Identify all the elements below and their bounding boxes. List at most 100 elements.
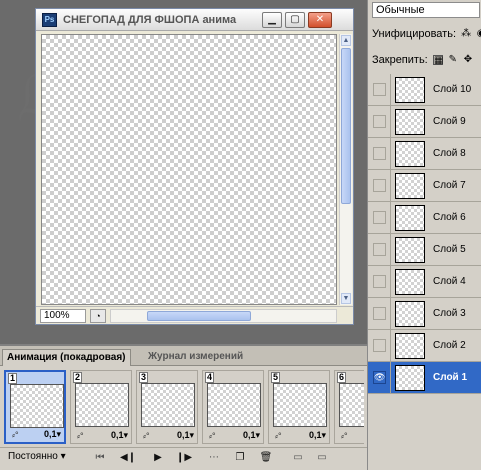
layer-name[interactable]: Слой 3 [433, 308, 466, 319]
blend-mode-select[interactable]: Обычные [372, 2, 480, 18]
layer-name[interactable]: Слой 9 [433, 116, 466, 127]
layer-thumbnail[interactable] [395, 205, 425, 231]
animation-frame[interactable]: 4 ⸗° 0,1▾ [202, 370, 264, 444]
frame-delay[interactable]: 0,1▾ [177, 430, 194, 441]
layer-visibility-icon[interactable] [373, 243, 386, 256]
frame-disposal-icon[interactable]: ⸗° [209, 431, 216, 441]
frame-disposal-icon[interactable]: ⸗° [341, 431, 348, 441]
layer-row[interactable]: Слой 7 [368, 170, 481, 202]
animation-frame[interactable]: 2 ⸗° 0,1▾ [70, 370, 132, 444]
layer-separator [390, 330, 391, 361]
unify-visibility-icon[interactable]: ◉ [476, 29, 481, 39]
layer-visibility-icon[interactable] [373, 307, 386, 320]
frame-disposal-icon[interactable]: ⸗° [143, 431, 150, 441]
layer-row[interactable]: Слой 3 [368, 298, 481, 330]
layer-visibility-icon[interactable]: 👁 [373, 371, 386, 384]
frame-thumbnail[interactable] [273, 383, 327, 427]
frame-thumbnail[interactable] [10, 384, 64, 428]
animation-frame[interactable]: 5 ⸗° 0,1▾ [268, 370, 330, 444]
layer-thumbnail[interactable] [395, 237, 425, 263]
tab-measurement-log[interactable]: Журнал измерений [144, 349, 247, 366]
layer-row[interactable]: Слой 5 [368, 234, 481, 266]
lock-label: Закрепить: [372, 54, 428, 66]
scroll-down-icon[interactable]: ▼ [341, 293, 351, 304]
layer-thumbnail[interactable] [395, 333, 425, 359]
layer-separator [390, 234, 391, 265]
layer-thumbnail[interactable] [395, 173, 425, 199]
document-title: СНЕГОПАД ДЛЯ ФШОПА анима [63, 14, 237, 26]
frame-disposal-icon[interactable]: ⸗° [12, 430, 19, 440]
layer-thumbnail[interactable] [395, 77, 425, 103]
layer-visibility-icon[interactable] [373, 83, 386, 96]
frame-delay[interactable]: 0,1▾ [243, 430, 260, 441]
frame-disposal-icon[interactable]: ⸗° [77, 431, 84, 441]
vertical-scroll-thumb[interactable] [341, 48, 351, 204]
unify-position-icon[interactable]: ⁂ [461, 29, 471, 39]
frame-delay[interactable]: 0,1▾ [309, 430, 326, 441]
first-frame-icon[interactable]: ⏮ [92, 452, 108, 463]
lock-move-icon[interactable]: ✥ [463, 55, 473, 65]
layer-name[interactable]: Слой 10 [433, 84, 471, 95]
layer-thumbnail[interactable] [395, 365, 425, 391]
animation-frame[interactable]: 6 ⸗° [334, 370, 364, 444]
layer-name[interactable]: Слой 7 [433, 180, 466, 191]
lock-brush-icon[interactable]: ✎ [448, 55, 458, 65]
scroll-up-icon[interactable]: ▲ [341, 35, 351, 46]
layer-row[interactable]: Слой 4 [368, 266, 481, 298]
animation-frame[interactable]: 3 ⸗° 0,1▾ [136, 370, 198, 444]
layer-row[interactable]: 👁 Слой 1 [368, 362, 481, 394]
document-canvas[interactable] [41, 34, 337, 305]
layer-name[interactable]: Слой 8 [433, 148, 466, 159]
minimize-button[interactable]: ▁ [262, 12, 282, 28]
previous-frame-icon[interactable]: ◀❙ [120, 452, 136, 463]
duplicate-frame-icon[interactable]: ❐ [232, 452, 248, 463]
layer-thumbnail[interactable] [395, 269, 425, 295]
frame-delay[interactable]: 0,1▾ [44, 429, 61, 440]
panel-scroll-icon[interactable]: ▭ [314, 452, 330, 463]
lock-transparency-icon[interactable]: ▦ [432, 55, 443, 66]
layer-row[interactable]: Слой 2 [368, 330, 481, 362]
frame-thumbnail[interactable] [339, 383, 364, 427]
vertical-scrollbar[interactable]: ▲ ▼ [339, 34, 352, 305]
layer-row[interactable]: Слой 6 [368, 202, 481, 234]
status-menu-icon[interactable]: ◔ [90, 309, 106, 323]
animation-frame[interactable]: 1 ⸗° 0,1▾ [4, 370, 66, 444]
layer-row[interactable]: Слой 8 [368, 138, 481, 170]
layer-visibility-icon[interactable] [373, 115, 386, 128]
frame-thumbnail[interactable] [141, 383, 195, 427]
zoom-field[interactable]: 100% [40, 309, 86, 323]
horizontal-scroll-thumb[interactable] [147, 311, 251, 321]
frame-delay[interactable]: 0,1▾ [111, 430, 128, 441]
layer-row[interactable]: Слой 9 [368, 106, 481, 138]
layer-row[interactable]: Слой 10 [368, 74, 481, 106]
frame-thumbnail[interactable] [75, 383, 129, 427]
unify-label: Унифицировать: [372, 28, 457, 40]
loop-select[interactable]: Постоянно ▾ [8, 451, 66, 462]
layer-name[interactable]: Слой 5 [433, 244, 466, 255]
play-icon[interactable]: ▶ [150, 452, 166, 463]
layer-name[interactable]: Слой 1 [433, 372, 467, 383]
delete-frame-icon[interactable]: 🗑 [258, 452, 274, 463]
layer-thumbnail[interactable] [395, 109, 425, 135]
layer-thumbnail[interactable] [395, 301, 425, 327]
layer-thumbnail[interactable] [395, 141, 425, 167]
layer-visibility-icon[interactable] [373, 275, 386, 288]
frame-thumbnail[interactable] [207, 383, 261, 427]
tab-animation[interactable]: Анимация (покадровая) [2, 349, 131, 366]
horizontal-scrollbar[interactable] [110, 309, 337, 323]
maximize-button[interactable]: ▢ [285, 12, 305, 28]
document-titlebar[interactable]: Ps СНЕГОПАД ДЛЯ ФШОПА анима ▁ ▢ ✕ [36, 9, 353, 31]
panel-options-icon[interactable]: ▭ [290, 452, 306, 463]
layer-visibility-icon[interactable] [373, 211, 386, 224]
layer-visibility-icon[interactable] [373, 179, 386, 192]
tween-icon[interactable]: ⋯ [206, 452, 222, 463]
layer-name[interactable]: Слой 4 [433, 276, 466, 287]
document-window: Ps СНЕГОПАД ДЛЯ ФШОПА анима ▁ ▢ ✕ ▲ ▼ 10… [35, 8, 354, 325]
frame-disposal-icon[interactable]: ⸗° [275, 431, 282, 441]
layer-visibility-icon[interactable] [373, 339, 386, 352]
close-button[interactable]: ✕ [308, 12, 332, 28]
next-frame-icon[interactable]: ❙▶ [176, 452, 192, 463]
layer-visibility-icon[interactable] [373, 147, 386, 160]
layer-name[interactable]: Слой 6 [433, 212, 466, 223]
layer-name[interactable]: Слой 2 [433, 340, 466, 351]
